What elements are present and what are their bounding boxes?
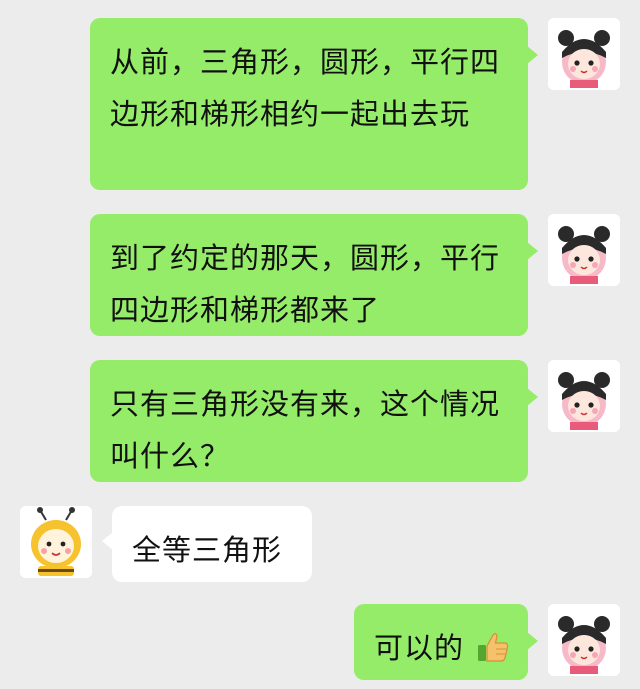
panda-girl-avatar-image: [548, 18, 620, 90]
message-bubble-outgoing[interactable]: 到了约定的那天，圆形，平行四边形和梯形都来了: [90, 214, 538, 336]
bee-baby-avatar-image: [20, 506, 92, 578]
message-bubble-outgoing[interactable]: 可以的: [354, 604, 538, 680]
panda-girl-avatar-image: [548, 214, 620, 286]
panda-girl-avatar[interactable]: [548, 360, 620, 432]
message-text: 只有三角形没有来，这个情况叫什么？: [110, 387, 501, 473]
message-bubble-incoming[interactable]: 全等三角形: [102, 506, 312, 582]
message-text: 可以的: [374, 631, 465, 665]
panda-girl-avatar[interactable]: [548, 18, 620, 90]
message-bubble-outgoing[interactable]: 只有三角形没有来，这个情况叫什么？: [90, 360, 538, 482]
message-text: 全等三角形: [132, 533, 283, 567]
chat-window: 从前，三角形，圆形，平行四边形和梯形相约一起出去玩 到了约定的那天，圆形，平行四…: [0, 0, 640, 689]
panda-girl-avatar[interactable]: [548, 214, 620, 286]
message-text: 到了约定的那天，圆形，平行四边形和梯形都来了: [110, 241, 501, 327]
message-text: 从前，三角形，圆形，平行四边形和梯形相约一起出去玩: [110, 45, 501, 131]
thumbs-up-icon: [476, 628, 510, 680]
bee-baby-avatar[interactable]: [20, 506, 92, 578]
message-bubble-outgoing[interactable]: 从前，三角形，圆形，平行四边形和梯形相约一起出去玩: [90, 18, 538, 190]
panda-girl-avatar[interactable]: [548, 604, 620, 676]
panda-girl-avatar-image: [548, 604, 620, 676]
panda-girl-avatar-image: [548, 360, 620, 432]
